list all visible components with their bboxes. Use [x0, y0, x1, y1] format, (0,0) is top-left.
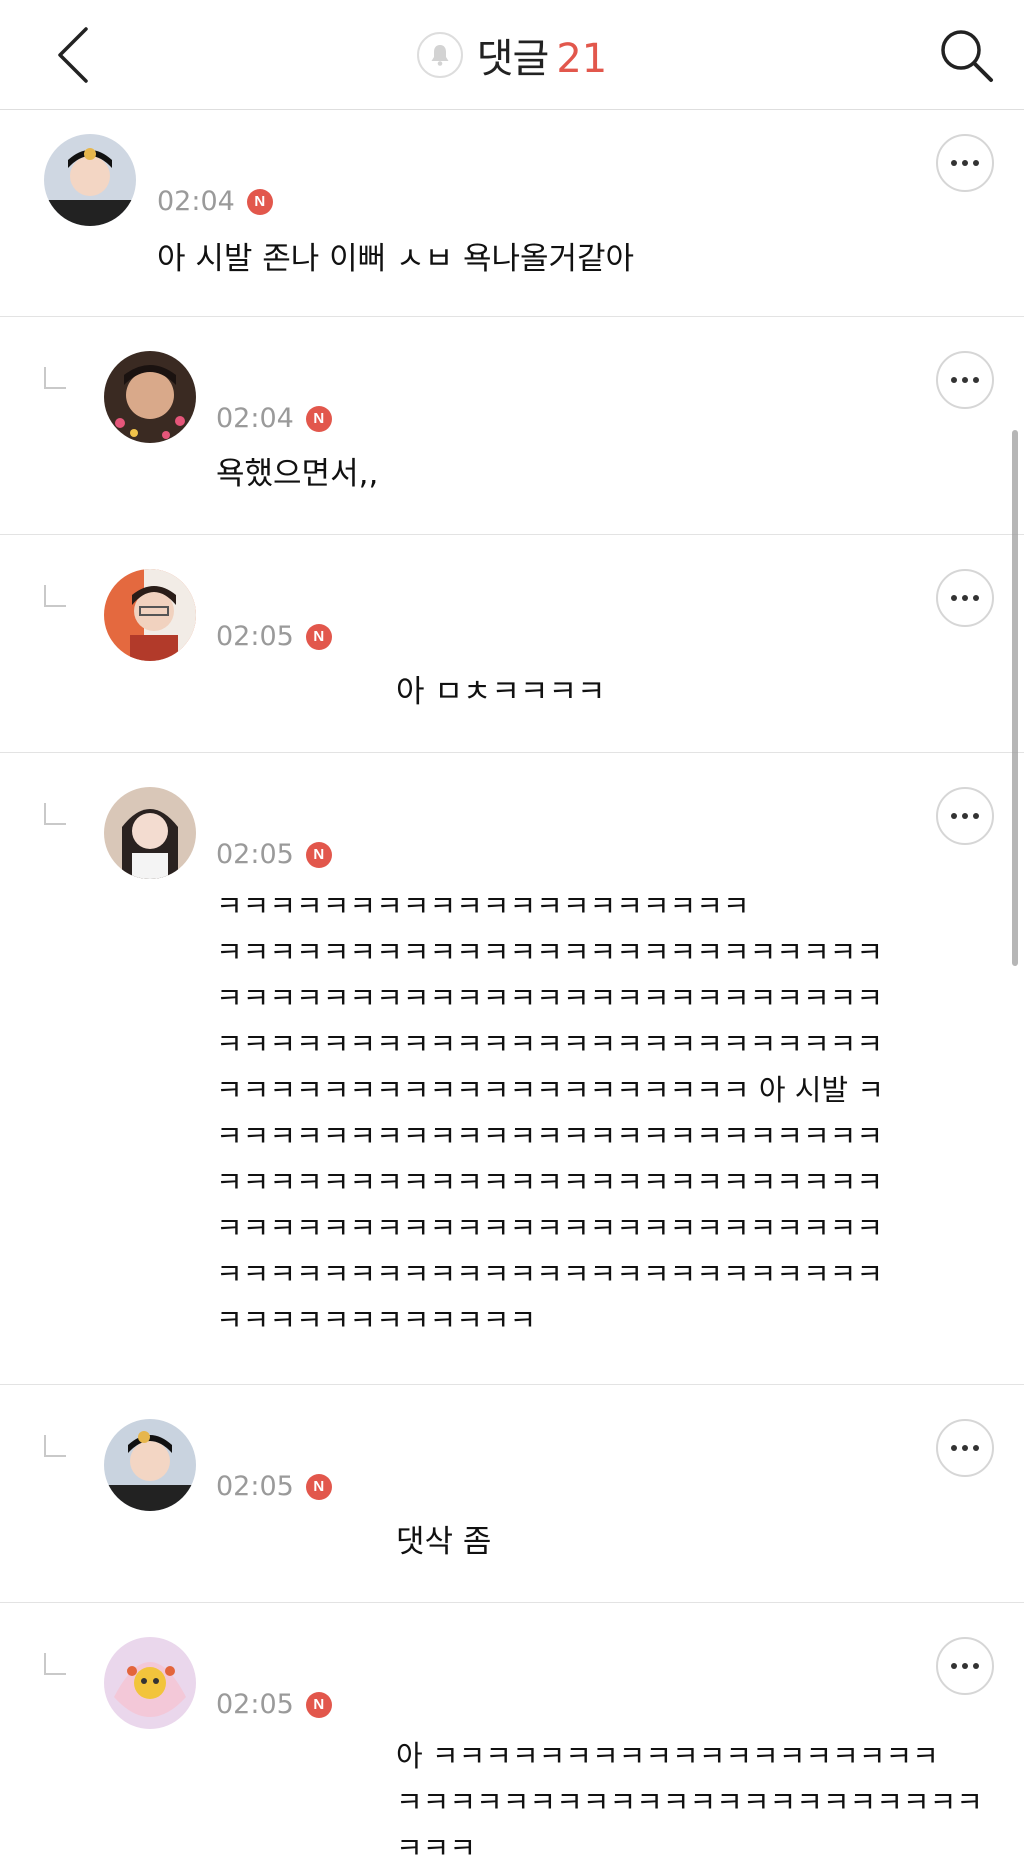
notification-button[interactable] — [416, 31, 463, 78]
reply-item: 02:05 N ㅋㅋㅋㅋㅋㅋㅋㅋㅋㅋㅋㅋㅋㅋㅋㅋㅋㅋㅋㅋ ㅋㅋㅋㅋㅋㅋㅋㅋㅋㅋㅋ… — [0, 753, 1024, 1385]
more-button[interactable] — [936, 569, 994, 627]
new-badge: N — [305, 841, 332, 868]
top-bar: 댓글 21 — [0, 0, 1024, 110]
comment-meta: 02:05 N — [216, 621, 332, 652]
comment-item: 02:04 N 아 시발 존나 이뻐 ㅅㅂ 욕나올거같아 — [0, 110, 1024, 317]
reply-item: 02:05 N 아 ㅋㅋㅋㅋㅋㅋㅋㅋㅋㅋㅋㅋㅋㅋㅋㅋㅋㅋㅋ ㅋㅋㅋㅋㅋㅋㅋㅋㅋㅋ… — [0, 1603, 1024, 1865]
more-horizontal-icon — [951, 377, 979, 383]
avatar-image — [104, 1637, 196, 1729]
reply-corner-icon — [44, 1435, 66, 1457]
avatar[interactable] — [104, 1637, 196, 1729]
more-button[interactable] — [936, 134, 994, 192]
reply-corner-icon — [44, 585, 66, 607]
more-horizontal-icon — [951, 813, 979, 819]
new-badge: N — [305, 1691, 332, 1718]
comments-title: 댓글 — [476, 35, 550, 82]
header-title-group: 댓글 21 — [0, 0, 1024, 109]
more-button[interactable] — [936, 1419, 994, 1477]
avatar-image — [104, 351, 196, 443]
avatar-image — [44, 134, 136, 226]
reply-corner-icon — [44, 1653, 66, 1675]
comment-time: 02:05 — [216, 1471, 294, 1502]
more-button[interactable] — [936, 1637, 994, 1695]
comment-meta: 02:04 N — [157, 186, 273, 217]
more-horizontal-icon — [951, 160, 979, 166]
avatar-image — [104, 1419, 196, 1511]
avatar[interactable] — [104, 351, 196, 443]
reply-item: 02:05 N 아 ㅁㅊㅋㅋㅋㅋ — [0, 535, 1024, 753]
comment-time: 02:05 — [216, 839, 294, 870]
more-horizontal-icon — [951, 595, 979, 601]
more-horizontal-icon — [951, 1445, 979, 1451]
comment-list: 02:04 N 아 시발 존나 이뻐 ㅅㅂ 욕나올거같아 02:04 N 욕했으… — [0, 110, 1024, 1865]
bell-icon — [431, 44, 449, 66]
comment-meta: 02:05 N — [216, 839, 332, 870]
avatar[interactable] — [104, 569, 196, 661]
reply-corner-icon — [44, 367, 66, 389]
comment-time: 02:05 — [216, 1689, 294, 1720]
more-button[interactable] — [936, 787, 994, 845]
reply-item: 02:05 N 댓삭 좀 — [0, 1385, 1024, 1603]
page-title: 댓글 21 — [477, 26, 608, 84]
comment-text: 아 ㅁㅊㅋㅋㅋㅋ — [396, 674, 606, 710]
more-horizontal-icon — [951, 1663, 979, 1669]
avatar[interactable] — [104, 1419, 196, 1511]
comment-time: 02:04 — [216, 403, 294, 434]
comment-text: ㅋㅋㅋㅋㅋㅋㅋㅋㅋㅋㅋㅋㅋㅋㅋㅋㅋㅋㅋㅋ ㅋㅋㅋㅋㅋㅋㅋㅋㅋㅋㅋㅋㅋㅋㅋㅋㅋㅋㅋ… — [216, 889, 884, 1337]
reply-item: 02:04 N 욕했으면서,, — [0, 317, 1024, 535]
scrollbar[interactable] — [1012, 430, 1018, 966]
comment-time: 02:04 — [157, 186, 235, 217]
reply-corner-icon — [44, 803, 66, 825]
new-badge: N — [305, 405, 332, 432]
comment-meta: 02:04 N — [216, 403, 332, 434]
comment-meta: 02:05 N — [216, 1689, 332, 1720]
new-badge: N — [305, 1473, 332, 1500]
comment-meta: 02:05 N — [216, 1471, 332, 1502]
new-badge: N — [305, 623, 332, 650]
comment-text: 욕했으면서,, — [216, 456, 379, 492]
more-button[interactable] — [936, 351, 994, 409]
comment-count: 21 — [556, 35, 608, 82]
search-button[interactable] — [930, 20, 1002, 90]
comment-time: 02:05 — [216, 621, 294, 652]
avatar[interactable] — [44, 134, 136, 226]
comment-text: 아 시발 존나 이뻐 ㅅㅂ 욕나올거같아 — [157, 241, 635, 277]
comment-text: 아 ㅋㅋㅋㅋㅋㅋㅋㅋㅋㅋㅋㅋㅋㅋㅋㅋㅋㅋㅋ ㅋㅋㅋㅋㅋㅋㅋㅋㅋㅋㅋㅋㅋㅋㅋㅋㅋㅋ… — [396, 1739, 983, 1865]
avatar-image — [104, 569, 196, 661]
comment-text: 댓삭 좀 — [396, 1524, 492, 1560]
new-badge: N — [246, 188, 273, 215]
search-icon — [941, 30, 993, 82]
avatar-image — [104, 787, 196, 879]
avatar[interactable] — [104, 787, 196, 879]
